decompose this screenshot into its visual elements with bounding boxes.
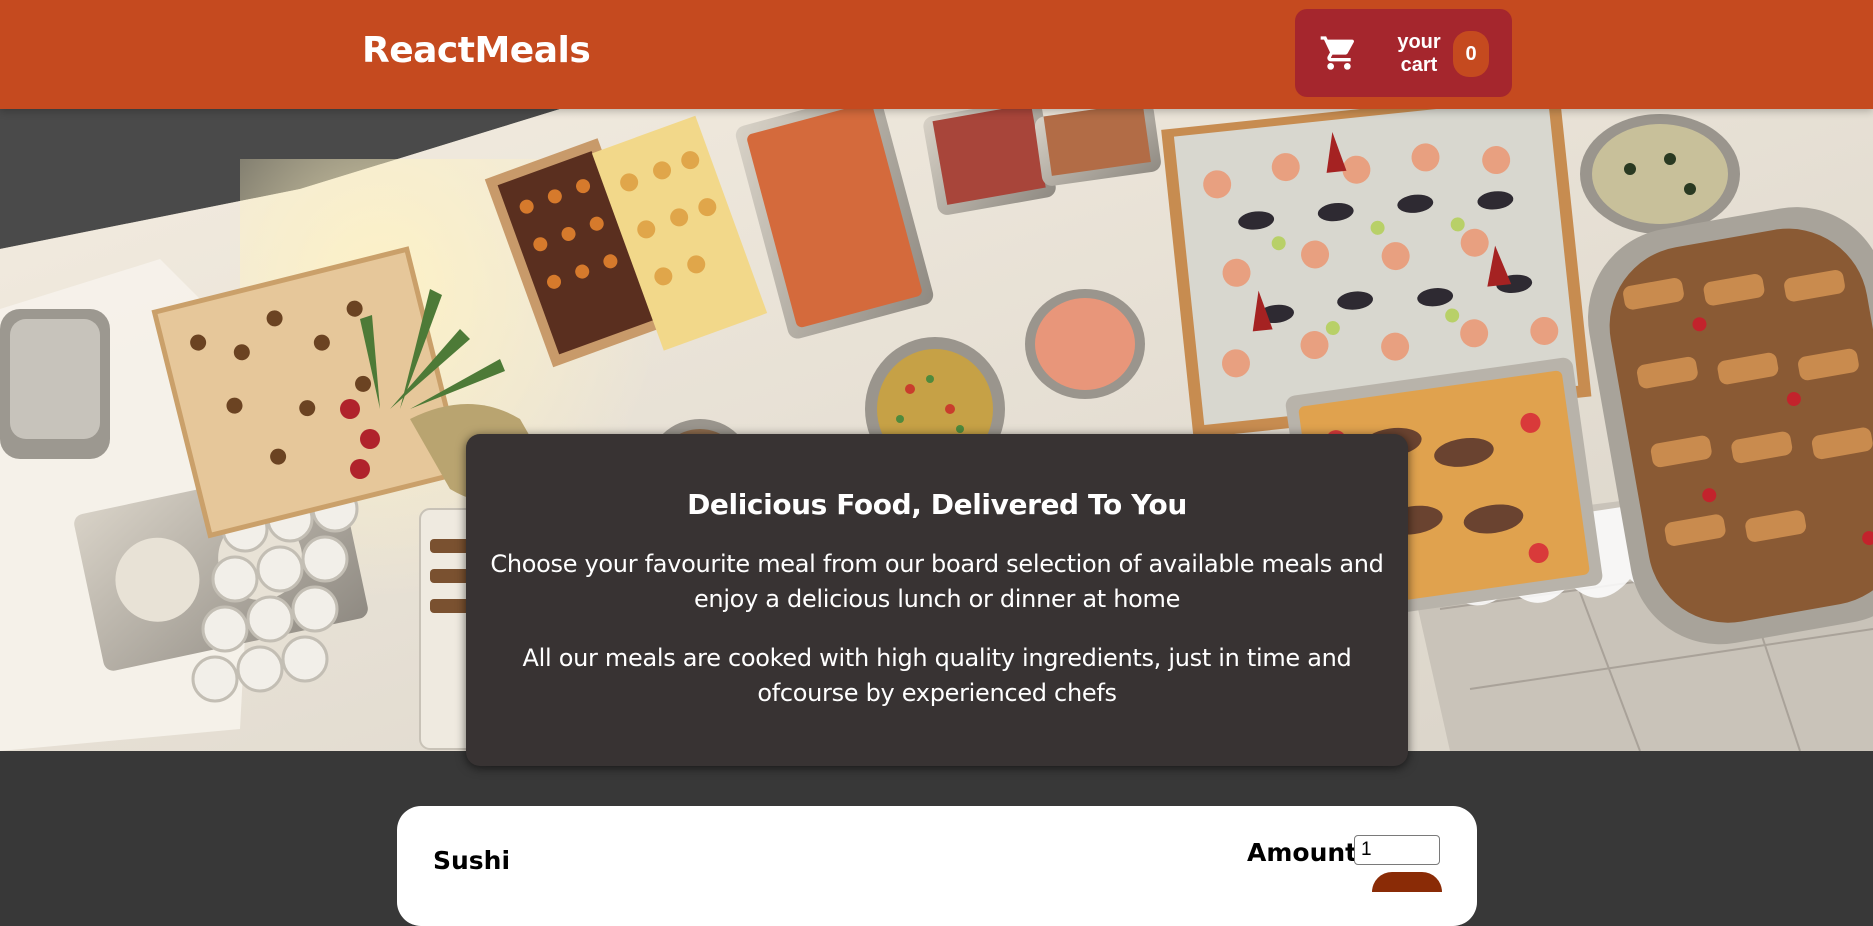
summary-title: Delicious Food, Delivered To You: [687, 488, 1187, 521]
meal-name: Sushi: [433, 846, 511, 875]
amount-input[interactable]: [1354, 835, 1440, 865]
add-to-cart-button[interactable]: [1372, 872, 1442, 892]
app-header: ReactMeals your cart 0: [0, 0, 1873, 109]
summary-paragraph-1: Choose your favourite meal from our boar…: [490, 550, 1384, 613]
cart-label: your cart: [1397, 31, 1441, 76]
app-logo: ReactMeals: [362, 30, 591, 71]
shopping-cart-icon: [1319, 33, 1359, 73]
summary-paragraph-2: All our meals are cooked with high quali…: [522, 644, 1352, 707]
available-meals-card: Sushi Amount: [397, 806, 1477, 926]
meals-summary-card: Delicious Food, Delivered To You Choose …: [466, 434, 1408, 766]
amount-label: Amount: [1247, 838, 1358, 867]
cart-count-badge: 0: [1453, 31, 1489, 77]
cart-button[interactable]: your cart 0: [1295, 9, 1512, 97]
